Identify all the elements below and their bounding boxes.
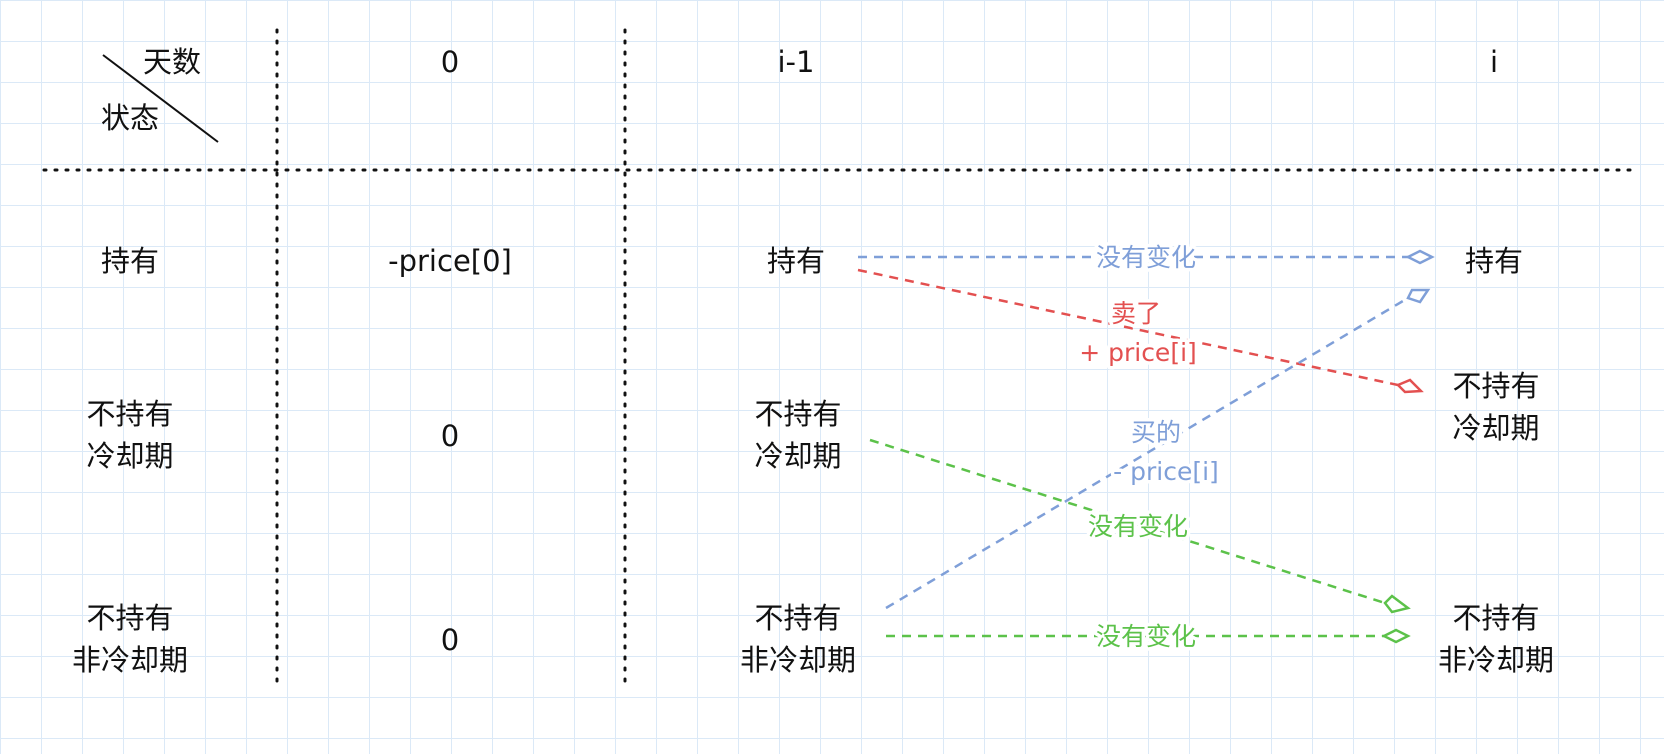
day0-noncool-value: 0 bbox=[441, 623, 459, 657]
day-0-header: 0 bbox=[441, 45, 459, 79]
days-header-label: 天数 bbox=[143, 45, 201, 79]
day-prev-header: i-1 bbox=[778, 45, 815, 79]
row-label-noncool-line1: 不持有 bbox=[86, 601, 173, 635]
prev-noncool-state-line2: 非冷却期 bbox=[740, 643, 856, 677]
row-label-cooldown-line2: 冷却期 bbox=[86, 439, 173, 473]
prev-noncool-state-line1: 不持有 bbox=[754, 601, 841, 635]
prev-cooldown-state-line1: 不持有 bbox=[754, 397, 841, 431]
row-label-cooldown-line1: 不持有 bbox=[86, 397, 173, 431]
cur-cooldown-state-line2: 冷却期 bbox=[1452, 411, 1539, 445]
table-grid bbox=[42, 28, 1632, 687]
edge-label-hold-no-change: 没有变化 bbox=[1096, 243, 1196, 272]
edge-noncool-no-change: 没有变化 bbox=[886, 619, 1411, 655]
prev-cooldown-state-line2: 冷却期 bbox=[754, 439, 841, 473]
row-label-hold: 持有 bbox=[101, 244, 159, 278]
state-transition-diagram: 天数 状态 0 i-1 i 持有 不持有 冷却期 不持有 非冷却期 -price… bbox=[42, 28, 1632, 687]
row-label-noncool-line2: 非冷却期 bbox=[72, 643, 188, 677]
cur-noncool-state-line2: 非冷却期 bbox=[1438, 643, 1554, 677]
day0-cooldown-value: 0 bbox=[441, 419, 459, 453]
edge-sell: 卖了 + price[i] bbox=[857, 268, 1424, 394]
edge-label-cooldown-to-noncool: 没有变化 bbox=[1088, 512, 1188, 541]
edge-hold-no-change: 没有变化 bbox=[858, 240, 1435, 276]
edge-label-noncool-no-change: 没有变化 bbox=[1096, 622, 1196, 651]
prev-hold-state: 持有 bbox=[767, 244, 825, 278]
day-cur-header: i bbox=[1490, 45, 1498, 79]
state-header-label: 状态 bbox=[101, 101, 159, 135]
edge-label-buy-line1: 买的 bbox=[1131, 418, 1181, 447]
day0-hold-value: -price[0] bbox=[388, 244, 512, 278]
edge-label-sell-line1: 卖了 bbox=[1111, 299, 1161, 328]
cur-noncool-state-line1: 不持有 bbox=[1452, 601, 1539, 635]
edge-label-buy-line2: - price[i] bbox=[1113, 457, 1219, 486]
edge-label-sell-line2: + price[i] bbox=[1079, 338, 1197, 367]
cur-hold-state: 持有 bbox=[1465, 244, 1523, 278]
cur-cooldown-state-line1: 不持有 bbox=[1452, 369, 1539, 403]
